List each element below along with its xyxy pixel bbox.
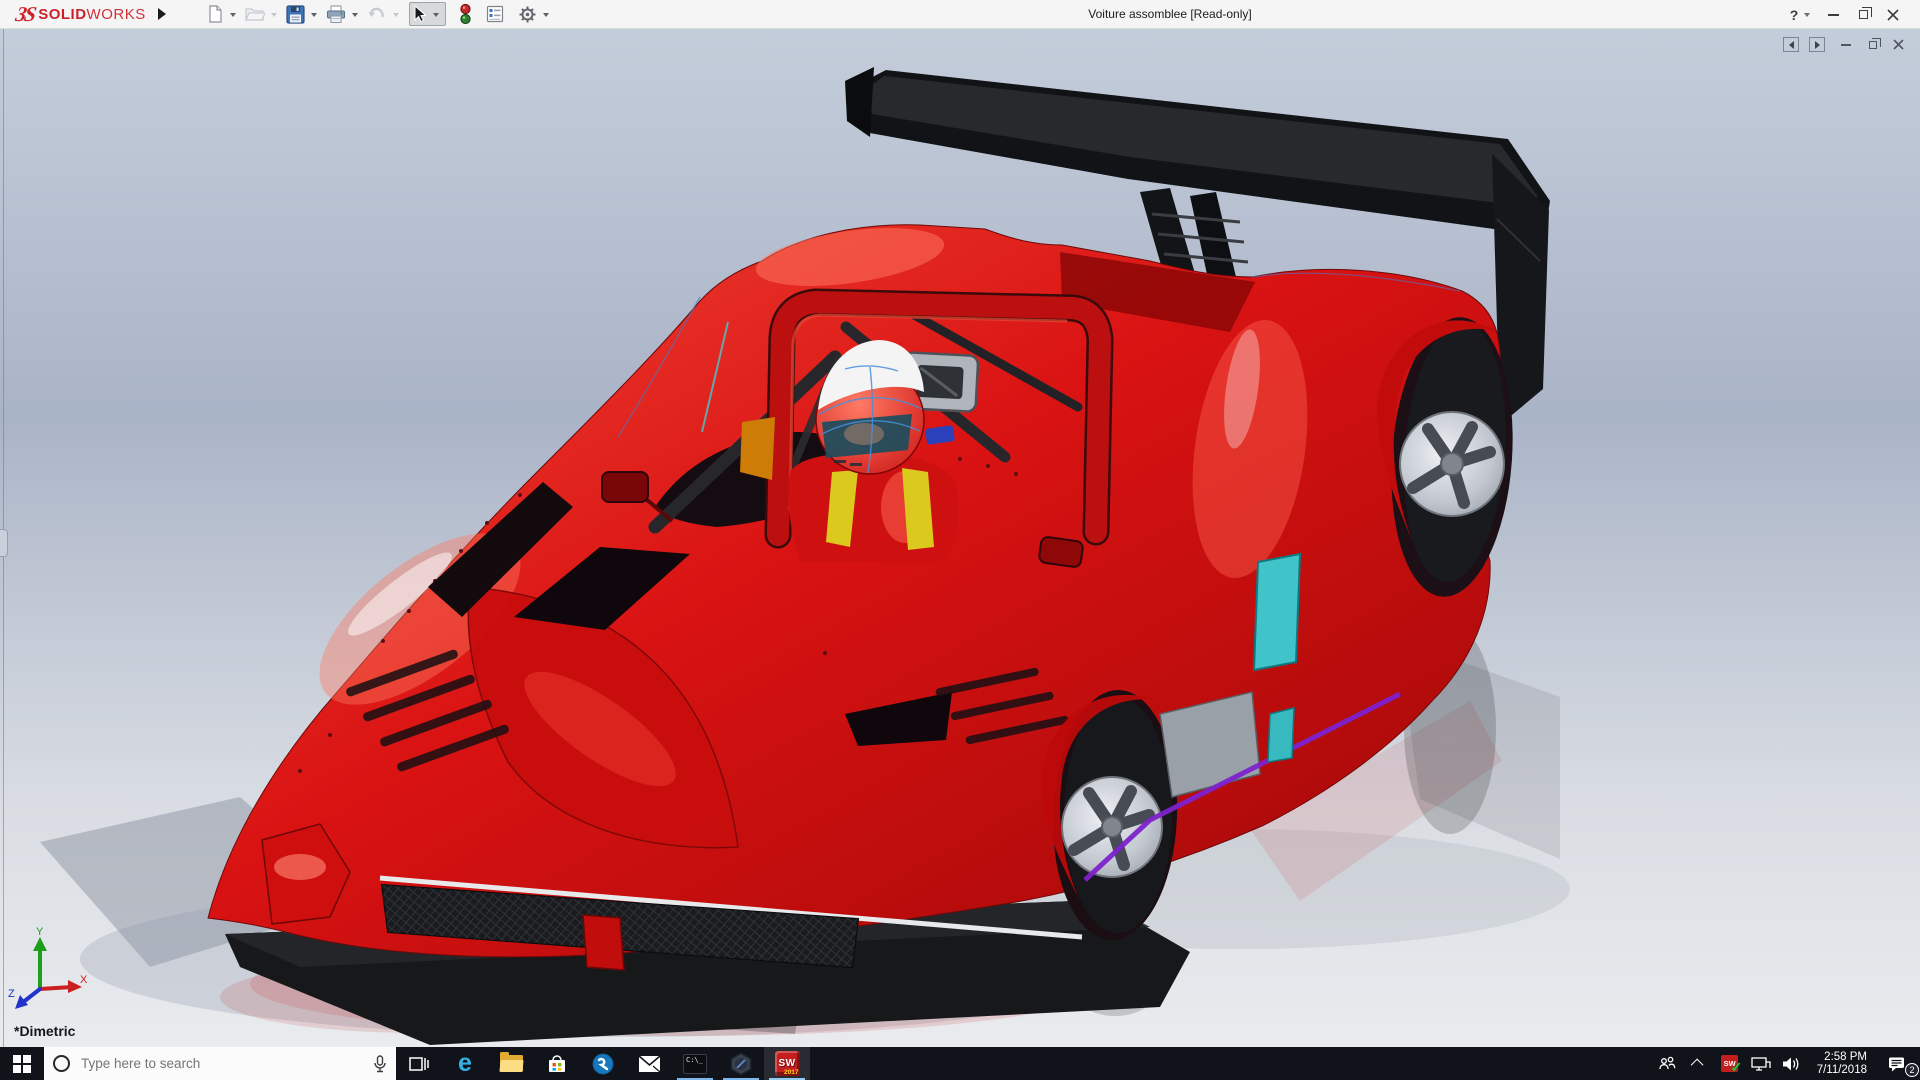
close-button[interactable] [1878,0,1908,29]
print-icon [326,5,346,24]
file-properties-icon [486,5,504,23]
taskbar-app-hexagon[interactable] [718,1047,764,1080]
car-model-render [0,29,1920,1047]
minimize-button[interactable] [1818,0,1848,29]
solidworks-monitor-tray[interactable]: SW ✓ [1718,1047,1742,1080]
previous-document-button[interactable] [1783,37,1799,52]
select-dropdown[interactable] [433,13,439,17]
taskbar-app-file-explorer[interactable] [488,1047,534,1080]
mail-icon [638,1055,661,1073]
view-orientation-label: *Dimetric [14,1023,75,1039]
options-dropdown[interactable] [543,13,549,17]
document-window-controls [1783,37,1904,52]
taskbar-clock[interactable]: 2:58 PM 7/11/2018 [1811,1051,1873,1077]
window-title: Voiture assomblee [Read-only] [1088,7,1251,21]
document-minimize-button[interactable] [1841,44,1851,46]
save-dropdown[interactable] [311,13,317,17]
help-button[interactable]: ? [1784,0,1804,29]
search-input[interactable] [79,1055,364,1072]
document-close-button[interactable] [1893,39,1904,50]
start-button[interactable] [0,1047,44,1080]
taskbar-app-solidworks[interactable]: SW 2017 [764,1047,810,1080]
taskbar-app-store[interactable] [534,1047,580,1080]
save-button[interactable] [284,1,307,27]
print-dropdown[interactable] [352,13,358,17]
cortana-icon [53,1055,70,1072]
reference-triad: Y X Z [6,927,90,1011]
triad-x-label: X [80,974,88,986]
task-view-button[interactable] [396,1047,442,1080]
options-gear-icon [518,5,537,24]
task-view-icon [409,1054,429,1074]
undo-button[interactable] [365,1,389,27]
restore-button[interactable] [1848,0,1878,29]
open-folder-icon [245,5,265,23]
menu-flyout-arrow-icon[interactable] [158,8,166,20]
new-document-icon [206,5,224,23]
taskbar-app-mail[interactable] [626,1047,672,1080]
clock-date: 7/11/2018 [1817,1064,1867,1077]
action-center-button[interactable]: 2 [1880,1047,1914,1080]
windows-logo-icon [13,1055,31,1073]
new-document-dropdown[interactable] [230,13,236,17]
panel-expand-tab[interactable] [0,529,8,557]
system-tray: SW ✓ 2:58 PM 7/11/2018 [1656,1047,1920,1080]
next-document-button[interactable] [1809,37,1825,52]
tool-wrench-icon [591,1052,615,1076]
check-icon: ✓ [1730,1059,1742,1076]
action-center-icon [1888,1056,1906,1072]
brand-name: SOLIDWORKS [38,6,146,23]
triad-z-label: Z [8,988,15,1000]
print-button[interactable] [324,1,348,27]
volume-icon [1782,1056,1801,1072]
triad-y-label: Y [36,927,44,938]
save-floppy-icon [286,5,305,24]
network-icon [1751,1056,1771,1072]
solidworks-app-icon: SW 2017 [775,1051,800,1076]
microphone-icon[interactable] [373,1055,387,1073]
file-explorer-icon [500,1055,523,1072]
undo-icon [367,5,387,23]
network-button[interactable] [1749,1047,1773,1080]
help-dropdown[interactable] [1804,13,1810,17]
titlebar: 3S SOLIDWORKS [0,0,1920,29]
people-icon [1658,1056,1677,1072]
chevron-up-icon [1691,1059,1704,1072]
taskbar-app-command-prompt[interactable]: C:\_ [672,1047,718,1080]
open-button[interactable] [243,1,267,27]
document-restore-button[interactable] [1869,41,1877,49]
notification-badge: 2 [1905,1063,1919,1077]
clock-time: 2:58 PM [1817,1051,1867,1064]
file-properties-button[interactable] [484,1,506,27]
next-icon [1815,41,1820,49]
edge-icon: e [458,1051,472,1076]
solidworks-logo: 3S SOLIDWORKS [0,2,146,27]
window-controls: ? [1784,0,1908,29]
close-icon [1887,9,1899,21]
taskbar-search[interactable] [44,1047,396,1080]
tray-chevron-button[interactable] [1687,1047,1711,1080]
select-cursor-icon [412,5,428,24]
volume-button[interactable] [1780,1047,1804,1080]
taskbar-app-tool[interactable] [580,1047,626,1080]
ds-3s-logo-icon: 3S [13,2,37,27]
open-dropdown[interactable] [271,13,277,17]
hexagon-app-icon [729,1052,753,1076]
solidworks-tray-icon: SW ✓ [1721,1055,1738,1072]
rebuild-button[interactable] [457,1,474,27]
quick-access-toolbar [204,1,556,27]
options-button[interactable] [516,1,539,27]
graphics-viewport[interactable]: Y X Z *Dimetric [0,29,1920,1047]
rebuild-traffic-light-icon [459,4,472,25]
select-tool-button[interactable] [409,2,446,26]
people-button[interactable] [1656,1047,1680,1080]
new-document-button[interactable] [204,1,226,27]
taskbar-app-edge[interactable]: e [442,1047,488,1080]
store-icon [546,1053,568,1075]
taskbar: e C:\_ [0,1047,1920,1080]
undo-dropdown[interactable] [393,13,399,17]
command-prompt-icon: C:\_ [683,1054,707,1074]
previous-icon [1789,41,1794,49]
